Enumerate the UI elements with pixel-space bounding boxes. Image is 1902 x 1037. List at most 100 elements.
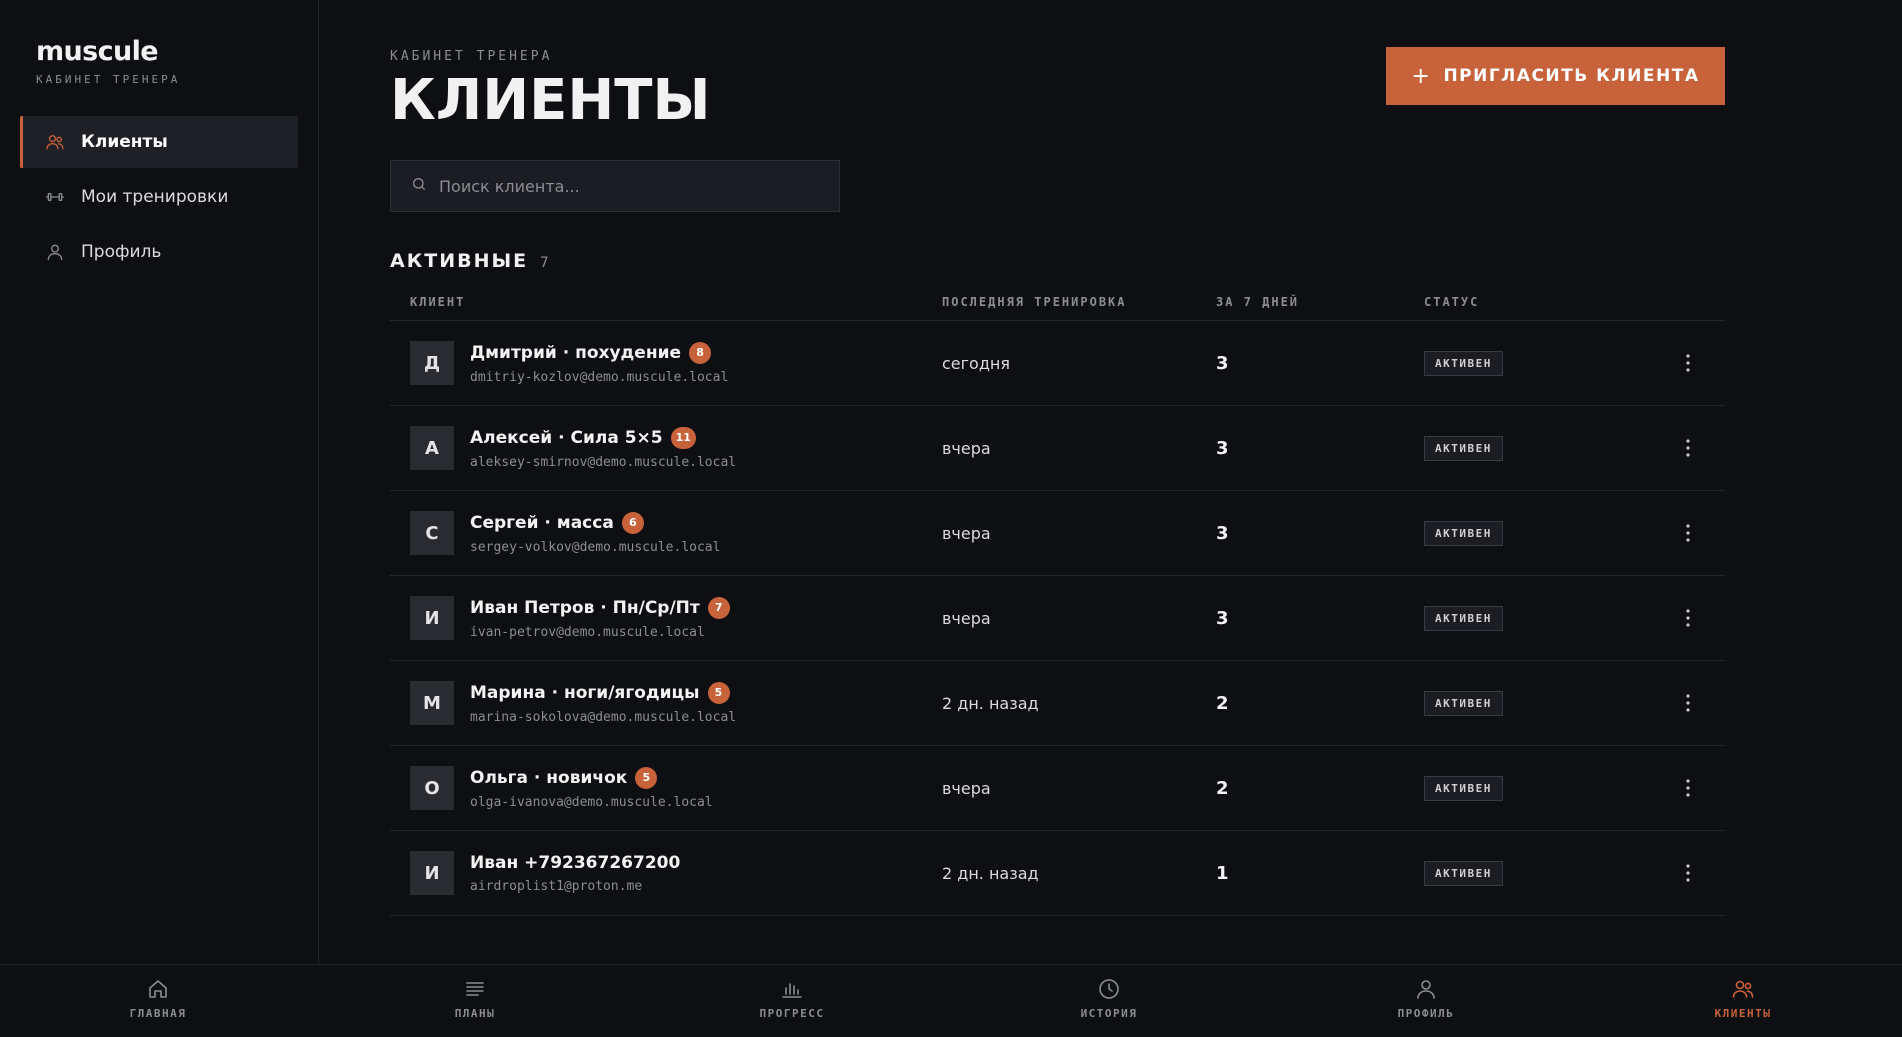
table-row[interactable]: М Марина · ноги/ягодицы 5 marina-sokolova@d…: [390, 661, 1725, 746]
client-name-line: Марина · ноги/ягодицы 5: [470, 681, 736, 704]
user-icon: [45, 242, 65, 262]
search-input[interactable]: [439, 176, 819, 196]
sidebar: muscule КАБИНЕТ ТРЕНЕРА Клиенты Мои трен…: [0, 0, 319, 964]
column-header-status[interactable]: СТАТУС: [1424, 295, 1650, 309]
bottom-nav-history[interactable]: ИСТОРИЯ: [1039, 977, 1179, 1020]
column-header-week[interactable]: ЗА 7 ДНЕЙ: [1216, 295, 1424, 309]
workouts-count-badge: 8: [689, 341, 712, 364]
more-vertical-icon[interactable]: [1676, 861, 1700, 885]
workouts-count-badge: 5: [707, 681, 730, 704]
status-badge: АКТИВЕН: [1424, 520, 1503, 546]
table-row[interactable]: И Иван Петров · Пн/Ср/Пт 7 ivan-petrov@demo…: [390, 576, 1725, 661]
sidebar-item-label: Мои тренировки: [81, 187, 229, 207]
avatar: С: [410, 511, 454, 555]
user-icon: [1417, 980, 1435, 999]
status-badge: АКТИВЕН: [1424, 350, 1503, 376]
bottom-nav-label: ГЛАВНАЯ: [129, 1007, 187, 1020]
row-menu-cell: [1650, 351, 1725, 375]
sidebar-nav: Клиенты Мои тренировки Профиль: [20, 116, 298, 278]
sidebar-item-my-workouts[interactable]: Мои тренировки: [20, 171, 298, 223]
client-email: olga-ivanova@demo.muscule.local: [470, 794, 713, 810]
search-box[interactable]: [390, 160, 840, 212]
status-cell: АКТИВЕН: [1424, 775, 1650, 801]
client-email: ivan-petrov@demo.muscule.local: [470, 624, 705, 640]
client-name[interactable]: Иван Петров · Пн/Ср/Пт: [470, 598, 700, 618]
client-email: dmitriy-kozlov@demo.muscule.local: [470, 369, 729, 385]
status-badge: АКТИВЕН: [1424, 435, 1503, 461]
client-name[interactable]: Марина · ноги/ягодицы: [470, 683, 700, 703]
avatar: И: [410, 596, 454, 640]
client-name-line: Иван Петров · Пн/Ср/Пт 7: [470, 596, 730, 619]
last-workout: вчера: [942, 778, 991, 798]
status-badge: АКТИВЕН: [1424, 605, 1503, 631]
invite-client-button[interactable]: + ПРИГЛАСИТЬ КЛИЕНТА: [1386, 47, 1725, 105]
last-workout: вчера: [942, 438, 991, 458]
page-title: КЛИЕНТЫ: [390, 68, 711, 133]
client-cell: С Сергей · масса 6 sergey-volkov@demo.muscu…: [390, 511, 942, 555]
client-cell: И Иван Петров · Пн/Ср/Пт 7 ivan-petrov@demo…: [390, 596, 942, 640]
more-vertical-icon[interactable]: [1676, 521, 1700, 545]
more-vertical-icon[interactable]: [1676, 436, 1700, 460]
workouts-count-badge: 11: [670, 426, 696, 449]
client-info: Ольга · новичок 5 olga-ivanova@demo.muscul…: [470, 766, 713, 810]
more-vertical-icon[interactable]: [1676, 351, 1700, 375]
sidebar-item-clients[interactable]: Клиенты: [20, 116, 298, 168]
avatar: Д: [410, 341, 454, 385]
bottom-nav-label: ПРОФИЛЬ: [1397, 1007, 1455, 1020]
clock-icon: [1099, 979, 1119, 999]
section-header: АКТИВНЫЕ 7: [390, 250, 549, 272]
more-vertical-icon[interactable]: [1676, 606, 1700, 630]
home-icon: [149, 980, 167, 998]
bottom-nav-home[interactable]: ГЛАВНАЯ: [88, 977, 228, 1020]
row-menu-cell: [1650, 861, 1725, 885]
list-icon: [466, 982, 484, 996]
avatar: О: [410, 766, 454, 810]
section-count: 7: [540, 255, 549, 271]
client-email: sergey-volkov@demo.muscule.local: [470, 539, 721, 555]
client-name[interactable]: Дмитрий · похудение: [470, 343, 681, 363]
client-name[interactable]: Иван +792367267200: [470, 853, 680, 873]
more-vertical-icon[interactable]: [1676, 691, 1700, 715]
week-count: 2: [1216, 777, 1229, 799]
clients-table: КЛИЕНТ ПОСЛЕДНЯЯ ТРЕНИРОВКА ЗА 7 ДНЕЙ СТ…: [390, 283, 1725, 916]
bottom-nav-progress[interactable]: ПРОГРЕСС: [722, 977, 862, 1020]
search-icon: [411, 176, 427, 196]
client-info: Дмитрий · похудение 8 dmitriy-kozlov@demo.…: [470, 341, 729, 385]
brand-logo[interactable]: muscule: [36, 36, 298, 67]
users-icon: [45, 132, 65, 152]
workouts-count-badge: 6: [621, 511, 644, 534]
status-badge: АКТИВЕН: [1424, 775, 1503, 801]
workouts-count-badge: 7: [707, 596, 730, 619]
client-cell: И Иван +792367267200 airdroplist1@proton.m…: [390, 851, 942, 895]
table-row[interactable]: И Иван +792367267200 airdroplist1@proton.m…: [390, 831, 1725, 916]
dumbbell-icon: [45, 187, 65, 207]
client-name[interactable]: Ольга · новичок: [470, 768, 627, 788]
client-name[interactable]: Сергей · масса: [470, 513, 614, 533]
column-header-last-workout[interactable]: ПОСЛЕДНЯЯ ТРЕНИРОВКА: [942, 295, 1216, 309]
bottom-nav-profile[interactable]: ПРОФИЛЬ: [1356, 977, 1496, 1020]
status-cell: АКТИВЕН: [1424, 690, 1650, 716]
client-name[interactable]: Алексей · Сила 5×5: [470, 428, 663, 448]
table-row[interactable]: А Алексей · Сила 5×5 11 aleksey-smirnov@dem…: [390, 406, 1725, 491]
table-row[interactable]: С Сергей · масса 6 sergey-volkov@demo.muscu…: [390, 491, 1725, 576]
avatar: А: [410, 426, 454, 470]
week-count: 2: [1216, 692, 1229, 714]
sidebar-item-label: Клиенты: [81, 132, 168, 152]
bottom-nav-clients[interactable]: КЛИЕНТЫ: [1673, 977, 1813, 1020]
bottom-nav-plans[interactable]: ПЛАНЫ: [405, 977, 545, 1020]
table-row[interactable]: Д Дмитрий · похудение 8 dmitriy-kozlov@demo…: [390, 321, 1725, 406]
column-header-client[interactable]: КЛИЕНТ: [390, 295, 942, 309]
client-cell: А Алексей · Сила 5×5 11 aleksey-smirnov@dem…: [390, 426, 942, 470]
table-row[interactable]: О Ольга · новичок 5 olga-ivanova@demo.muscu…: [390, 746, 1725, 831]
row-menu-cell: [1650, 776, 1725, 800]
client-email: airdroplist1@proton.me: [470, 878, 643, 894]
more-vertical-icon[interactable]: [1676, 776, 1700, 800]
status-cell: АКТИВЕН: [1424, 605, 1650, 631]
week-count: 3: [1216, 522, 1229, 544]
row-menu-cell: [1650, 521, 1725, 545]
status-cell: АКТИВЕН: [1424, 520, 1650, 546]
week-count: 3: [1216, 437, 1229, 459]
sidebar-item-profile[interactable]: Профиль: [20, 226, 298, 278]
client-email: aleksey-smirnov@demo.muscule.local: [470, 454, 737, 470]
client-info: Сергей · масса 6 sergey-volkov@demo.muscul…: [470, 511, 721, 555]
